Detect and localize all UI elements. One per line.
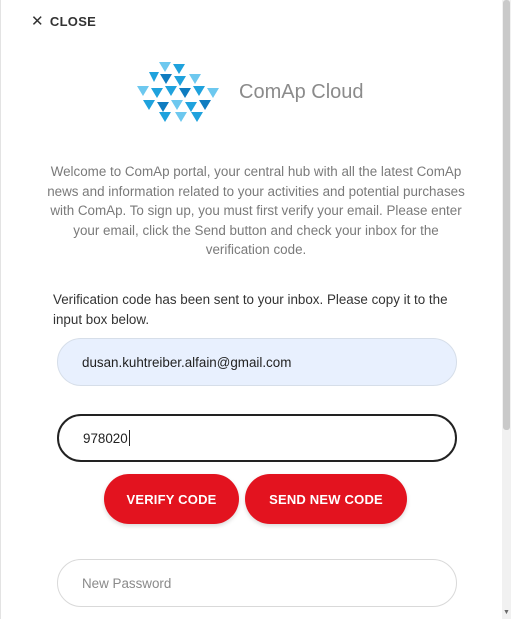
close-label: CLOSE (49, 14, 97, 29)
verification-notice: Verification code has been sent to your … (53, 292, 448, 327)
verification-code-value: 978020 (83, 430, 128, 446)
email-field[interactable]: dusan.kuhtreiber.alfain@gmail.com (57, 338, 457, 386)
scrollbar[interactable]: ▼ (502, 0, 511, 619)
intro-text: Welcome to ComAp portal, your central hu… (47, 164, 465, 257)
close-button[interactable]: ✕ CLOSE (31, 14, 96, 29)
new-password-field[interactable]: New Password (57, 559, 457, 607)
logo-text: ComAp Cloud (239, 80, 364, 103)
new-password-placeholder: New Password (82, 575, 172, 591)
comap-cloud-logo-icon (137, 62, 219, 122)
close-icon: ✕ (31, 13, 44, 30)
send-new-code-button[interactable]: SEND NEW CODE (245, 474, 407, 524)
logo: ComAp Cloud (129, 60, 364, 124)
text-caret (128, 430, 130, 446)
verify-code-button[interactable]: VERIFY CODE (104, 474, 239, 524)
signup-panel: ✕ CLOSE ComAp Cloud Welcome to ComAp por… (0, 0, 502, 619)
email-value: dusan.kuhtreiber.alfain@gmail.com (82, 354, 292, 370)
verification-code-field[interactable]: 978020 (57, 414, 457, 462)
scroll-down-arrow-icon[interactable]: ▼ (502, 609, 511, 617)
scrollbar-thumb[interactable] (503, 0, 510, 430)
